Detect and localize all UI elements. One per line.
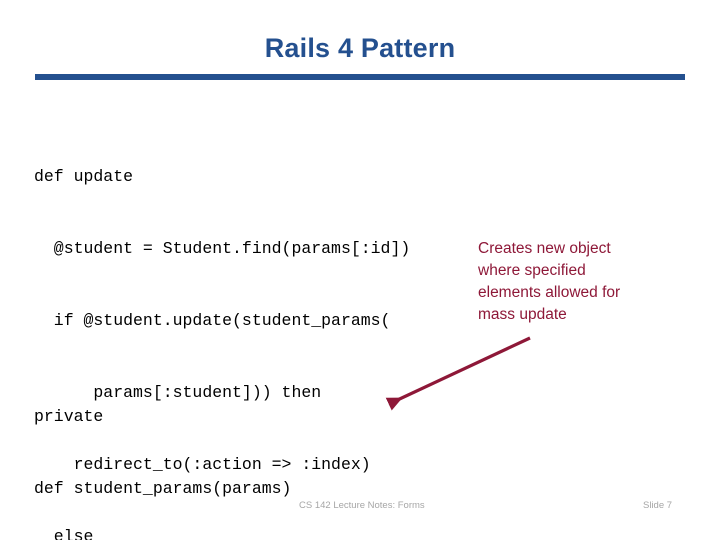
- annotation-line: mass update: [478, 306, 567, 323]
- code-line: private: [34, 407, 104, 426]
- code-line: @student = Student.find(params[:id]): [34, 239, 411, 258]
- title-divider: [35, 74, 685, 80]
- annotation-line: elements allowed for: [478, 284, 621, 301]
- code-line: if @student.update(student_params(: [34, 311, 391, 330]
- callout-annotation: Creates new object where specified eleme…: [478, 238, 693, 326]
- annotation-line: where specified: [478, 262, 586, 279]
- annotation-line: Creates new object: [478, 240, 611, 257]
- footer-slide-number: Slide 7: [643, 500, 673, 511]
- page-title: Rails 4 Pattern: [264, 33, 456, 63]
- slide-canvas: Rails 4 Pattern def update @student = St…: [0, 0, 720, 540]
- code-block-student-params: private def student_params(params) retur…: [34, 357, 529, 540]
- footer-lecture-label: CS 142 Lecture Notes: Forms: [299, 500, 425, 511]
- code-line: def update: [34, 167, 134, 186]
- code-line: def student_params(params): [34, 479, 292, 498]
